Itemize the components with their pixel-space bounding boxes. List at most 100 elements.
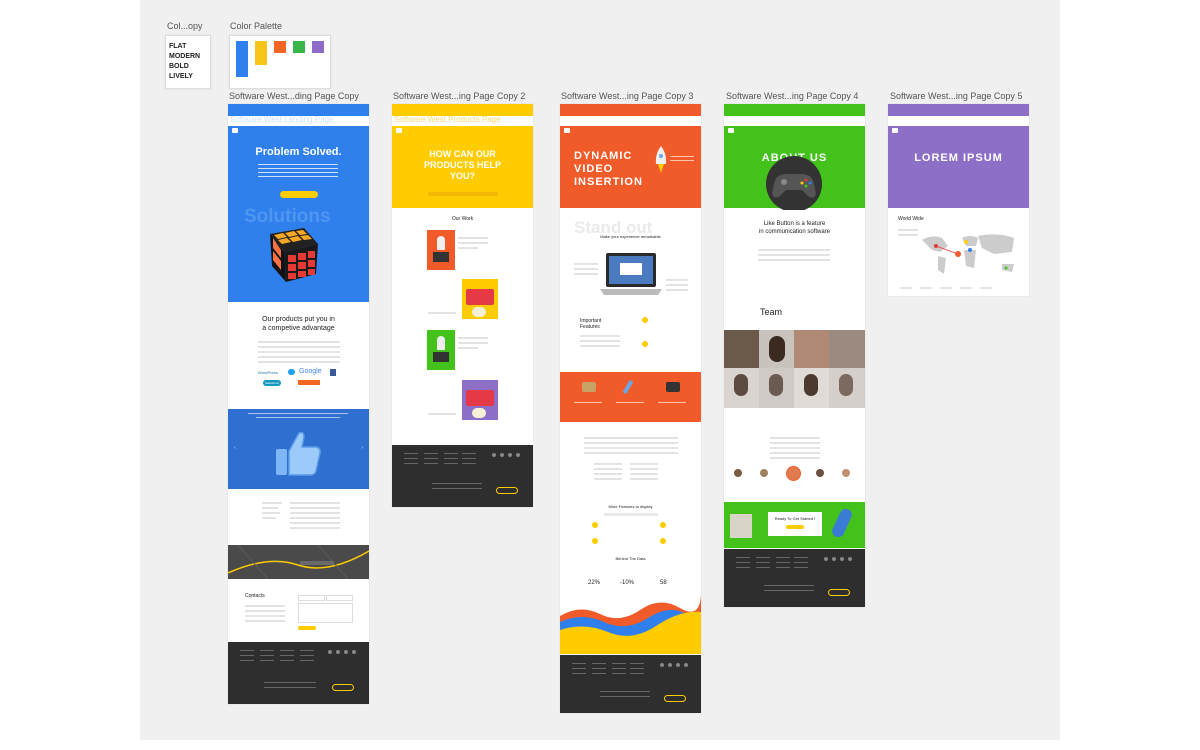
avatar[interactable] — [786, 466, 801, 481]
phone-icon — [666, 382, 680, 392]
board3-social-icon[interactable] — [668, 663, 672, 667]
board3-orange-band — [560, 372, 701, 422]
board3-feature-dot — [592, 538, 598, 544]
board5-map-legend — [900, 287, 1000, 290]
board2-work-item-4-text — [428, 410, 456, 418]
board3-social-icon[interactable] — [684, 663, 688, 667]
rocket-icon — [437, 236, 445, 250]
board4-footer — [724, 549, 865, 607]
board1-section-body — [258, 338, 340, 366]
board3-feature-dot — [660, 522, 666, 528]
board4-cta-button[interactable] — [786, 525, 804, 529]
board3-quote — [584, 434, 678, 457]
team-photo[interactable] — [794, 330, 829, 368]
board4-footer-button[interactable] — [828, 589, 850, 596]
board4-social-icon[interactable] — [840, 557, 844, 561]
board2-work-item-3[interactable] — [427, 330, 455, 370]
board2-social-icon[interactable] — [516, 453, 520, 457]
team-photo[interactable] — [759, 368, 794, 408]
board3-behind-title: Behind The Data — [615, 556, 646, 561]
board1-social-icon[interactable] — [352, 650, 356, 654]
board4-label[interactable]: Software West...ing Page Copy 4 — [726, 91, 858, 101]
board2-work-item-2[interactable] — [462, 279, 498, 319]
wordpress-logo: WordPress — [258, 370, 278, 375]
board2-footer — [392, 445, 533, 507]
palette-artboard[interactable] — [229, 35, 331, 89]
board2-products-page[interactable]: Software West Products Page HOW CAN OUR … — [392, 104, 533, 507]
board3-social-icon[interactable] — [676, 663, 680, 667]
board1-like-banner: ‹ › — [228, 409, 369, 489]
board2-social-icon[interactable] — [492, 453, 496, 457]
board5-label[interactable]: Software West...ing Page Copy 5 — [890, 91, 1022, 101]
board2-hero-title-1: HOW CAN OUR — [429, 149, 496, 159]
board1-landing-page[interactable]: Software West Landing Page Problem Solve… — [228, 104, 369, 704]
board2-social-icon[interactable] — [508, 453, 512, 457]
board2-logo-icon — [396, 128, 402, 133]
board4-cta-band: Ready To Get Started? — [724, 502, 865, 548]
board3-banner — [560, 104, 701, 116]
board1-label[interactable]: Software West...ding Page Copy — [229, 91, 359, 101]
team-photo[interactable] — [759, 330, 794, 368]
board3-left-list — [574, 260, 598, 278]
radio-icon — [582, 382, 596, 392]
board5-map-title: World Wide — [898, 216, 924, 222]
avatar[interactable] — [734, 469, 742, 477]
board3-video-page[interactable]: DYNAMIC VIDEO INSERTION Stand out Make y… — [560, 104, 701, 713]
board4-team-grid — [724, 330, 865, 410]
team-photo[interactable] — [829, 368, 865, 408]
board1-footer-button[interactable] — [332, 684, 354, 691]
board1-social-icon[interactable] — [344, 650, 348, 654]
board3-hero-title-3: INSERTION — [574, 176, 643, 188]
cover-word-3: BOLD — [169, 63, 189, 70]
board4-logo-icon — [728, 128, 734, 133]
board4-about-page[interactable]: ABOUT US Like Button is a feature in com… — [724, 104, 865, 607]
team-photo[interactable] — [724, 330, 759, 368]
board3-label[interactable]: Software West...ing Page Copy 3 — [561, 91, 693, 101]
swatch-green — [293, 41, 305, 53]
board2-work-item-4[interactable] — [462, 380, 498, 420]
board5-lorem-page[interactable]: LOREM IPSUM World Wide — [888, 104, 1029, 296]
avatar[interactable] — [760, 469, 768, 477]
cover-artboard[interactable]: FLAT MODERN BOLD LIVELY — [165, 35, 211, 89]
board2-hero-title-3: YOU? — [449, 171, 475, 181]
palette-artboard-label[interactable]: Color Palette — [230, 21, 282, 31]
board1-hero-copy — [258, 164, 338, 180]
board4-about-text — [758, 246, 830, 264]
carousel-next-icon[interactable]: › — [361, 445, 363, 451]
cover-artboard-label[interactable]: Col...opy — [167, 21, 203, 31]
board2-label[interactable]: Software West...ing Page Copy 2 — [393, 91, 525, 101]
board4-social-icon[interactable] — [832, 557, 836, 561]
board2-work-item-1[interactable] — [427, 230, 455, 270]
board3-logo-icon — [564, 128, 570, 133]
board4-banner — [724, 104, 865, 116]
board2-hero-tabs[interactable] — [428, 192, 498, 196]
board1-social-icon[interactable] — [336, 650, 340, 654]
avatar[interactable] — [842, 469, 850, 477]
cover-word-4: LIVELY — [169, 73, 193, 80]
board1-hero-button[interactable] — [280, 191, 318, 198]
rubik-cube-icon — [264, 224, 322, 284]
board2-social-icon[interactable] — [500, 453, 504, 457]
board4-social-icon[interactable] — [848, 557, 852, 561]
team-photo[interactable] — [829, 330, 865, 368]
board3-features-2: Features — [580, 324, 600, 330]
team-photo[interactable] — [724, 368, 759, 408]
board3-footer-text — [600, 691, 650, 701]
avatar[interactable] — [816, 469, 824, 477]
board1-contact-form[interactable] — [298, 595, 353, 623]
board3-feature-tabs[interactable] — [604, 513, 658, 516]
board4-feature-line-2: in communication software — [758, 229, 831, 235]
board1-section-title-2: a competive advantage — [262, 325, 335, 332]
board1-submit-button[interactable] — [298, 626, 316, 630]
board4-social-icon[interactable] — [824, 557, 828, 561]
board3-stat-3: 58 — [660, 580, 667, 586]
board4-team-title: Team — [760, 307, 783, 317]
board3-social-icon[interactable] — [660, 663, 664, 667]
board2-footer-button[interactable] — [496, 487, 518, 494]
carousel-prev-icon[interactable]: ‹ — [234, 445, 236, 451]
board3-footer-button[interactable] — [664, 695, 686, 702]
cover-word-1: FLAT — [169, 43, 187, 50]
world-map-icon — [918, 230, 1022, 282]
team-photo[interactable] — [794, 368, 829, 408]
board1-social-icon[interactable] — [328, 650, 332, 654]
